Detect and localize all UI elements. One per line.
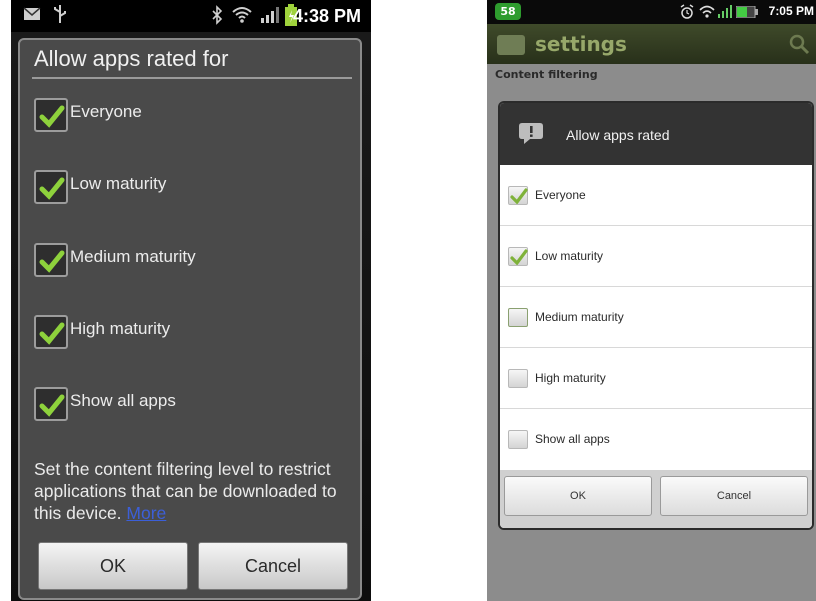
checkbox-checked[interactable] [508,186,528,205]
app-title: settings [535,32,627,56]
ok-button[interactable]: OK [504,476,652,516]
settings-app-icon [497,35,525,55]
wifi-icon [699,5,715,18]
title-divider [32,77,352,79]
checkbox-checked[interactable] [34,170,68,204]
checkbox-checked[interactable] [34,387,68,421]
right-status-bar: 58 7:05 PM [487,0,816,24]
alert-icon [519,123,543,144]
option-low-maturity[interactable]: Low maturity [34,170,344,210]
checkmark-icon [510,249,528,265]
option-medium-maturity[interactable]: Medium maturity [34,243,344,283]
option-show-all-apps[interactable]: Show all apps [34,387,344,427]
checkbox-checked[interactable] [34,243,68,277]
app-bar: settings [487,24,816,64]
allow-apps-dialog: Allow apps rated Everyone Low maturity M… [500,103,812,528]
checkbox-unchecked[interactable] [508,369,528,388]
checkbox-checked[interactable] [508,247,528,266]
dialog-header: Allow apps rated [500,103,812,165]
status-time: 4:38 PM [292,6,361,26]
ok-button[interactable]: OK [38,542,188,590]
option-label: High maturity [70,319,171,338]
cancel-button[interactable]: Cancel [198,542,348,590]
option-high-maturity[interactable]: High maturity [500,348,812,409]
description-text: Set the content filtering level to restr… [34,459,337,523]
dialog-title: Allow apps rated for [34,46,229,71]
option-high-maturity[interactable]: High maturity [34,315,344,355]
mail-icon [23,7,41,20]
dialog-title: Allow apps rated [566,127,670,143]
option-low-maturity[interactable]: Low maturity [500,226,812,287]
checkmark-icon [39,394,65,417]
left-status-bar: 4:38 PM [11,0,371,32]
checkbox-checked[interactable] [34,315,68,349]
option-label: High maturity [535,371,606,385]
checkmark-icon [39,105,65,128]
checkmark-icon [39,322,65,345]
dialog-description: Set the content filtering level to restr… [34,458,352,524]
option-label: Low maturity [535,249,604,263]
checkbox-unchecked[interactable] [508,308,528,327]
wifi-icon [232,7,252,23]
checkmark-icon [39,250,65,273]
checkmark-icon [39,177,65,200]
option-label: Medium maturity [535,310,624,324]
content-filter-dialog: Allow apps rated for Everyone Low maturi… [18,38,362,600]
option-show-all-apps[interactable]: Show all apps [500,409,812,470]
option-everyone[interactable]: Everyone [34,98,344,138]
bluetooth-icon [212,5,223,25]
option-medium-maturity[interactable]: Medium maturity [500,287,812,348]
search-icon[interactable] [788,33,810,55]
signal-icon [261,7,279,23]
option-label: Everyone [535,188,586,202]
left-phone-screen: 4:38 PM Allow apps rated for Everyone Lo… [11,0,371,601]
option-label: Medium maturity [70,247,196,266]
checkmark-icon [510,188,528,204]
option-label: Everyone [70,102,142,121]
more-link[interactable]: More [126,503,166,523]
option-label: Low maturity [70,174,167,193]
signal-icon [718,5,732,18]
option-everyone[interactable]: Everyone [500,165,812,226]
checkbox-unchecked[interactable] [508,430,528,449]
checkbox-checked[interactable] [34,98,68,132]
notification-badge: 58 [495,3,521,20]
alarm-icon [680,4,694,19]
usb-icon [54,5,66,23]
section-header: Content filtering [495,68,598,81]
right-phone-screen: 58 7:05 PM settings Content filtering Al… [487,0,816,601]
option-label: Show all apps [70,391,176,410]
cancel-button[interactable]: Cancel [660,476,808,516]
battery-icon [736,6,758,18]
option-label: Show all apps [535,432,610,446]
status-time: 7:05 PM [768,4,814,18]
dialog-button-bar: OK Cancel [500,470,812,528]
